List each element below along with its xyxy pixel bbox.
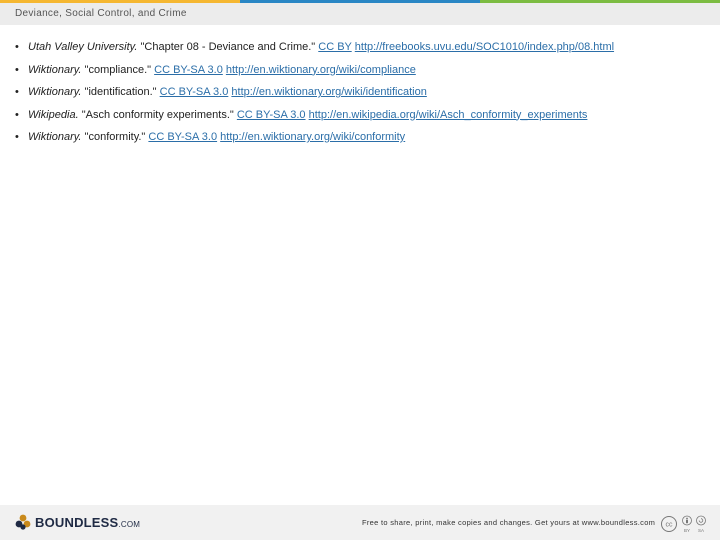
bullet: • <box>15 86 19 98</box>
reference-item: • Wiktionary. "conformity." CC BY-SA 3.0 … <box>15 130 705 153</box>
boundless-logo-suffix: .COM <box>118 519 141 529</box>
reference-source: Wiktionary. <box>28 63 82 76</box>
sa-label: SA <box>698 528 704 533</box>
reference-url-link[interactable]: http://en.wiktionary.org/wiki/identifica… <box>231 86 426 98</box>
footer-tagline: Free to share, print, make copies and ch… <box>362 518 656 527</box>
bullet: • <box>15 131 19 143</box>
cc-icon: cc <box>666 522 674 529</box>
reference-url-link[interactable]: http://en.wiktionary.org/wiki/compliance <box>226 64 416 76</box>
reference-title: "compliance." <box>81 63 155 76</box>
license-link[interactable]: CC BY-SA 3.0 <box>154 64 223 76</box>
reference-url-link[interactable]: http://en.wiktionary.org/wiki/conformity <box>220 131 405 143</box>
cc-by-sa-license-icon[interactable]: cc BY SA <box>660 514 710 534</box>
reference-title: "conformity." <box>81 131 149 143</box>
reference-item: • Wikipedia. "Asch conformity experiments… <box>15 108 705 131</box>
reference-url-link[interactable]: http://en.wikipedia.org/wiki/Asch_confor… <box>309 109 588 121</box>
reference-item: • Utah Valley University. "Chapter 08 - D… <box>15 40 705 63</box>
bullet: • <box>15 41 19 53</box>
reference-url-link[interactable]: http://freebooks.uvu.edu/SOC1010/index.p… <box>355 41 614 53</box>
boundless-logo[interactable]: BOUNDLESS.COM <box>14 513 140 531</box>
slide-footer: BOUNDLESS.COM Free to share, print, make… <box>0 505 720 540</box>
reference-item: • Wiktionary. "identification." CC BY-SA … <box>15 85 705 108</box>
boundless-logo-text: BOUNDLESS.COM <box>35 514 141 530</box>
bullet: • <box>15 108 19 121</box>
reference-source: Wiktionary. <box>28 131 82 143</box>
reference-source: Utah Valley University. <box>28 41 138 53</box>
reference-source: Wikipedia. <box>28 108 79 121</box>
boundless-logo-icon <box>15 514 31 530</box>
reference-title: "identification." <box>81 86 160 98</box>
reference-source: Wiktionary. <box>28 86 82 98</box>
by-label: BY <box>684 528 690 533</box>
license-link[interactable]: CC BY-SA 3.0 <box>148 131 217 143</box>
license-link[interactable]: CC BY-SA 3.0 <box>160 86 229 98</box>
bullet: • <box>15 63 19 76</box>
reference-title: "Chapter 08 - Deviance and Crime." <box>137 41 319 53</box>
license-link[interactable]: CC BY-SA 3.0 <box>237 109 306 121</box>
slide-header: Deviance, Social Control, and Crime <box>0 3 720 25</box>
reference-title: "Asch conformity experiments." <box>78 108 237 121</box>
license-link[interactable]: CC BY <box>318 41 351 53</box>
reference-list: • Utah Valley University. "Chapter 08 - D… <box>15 40 705 153</box>
reference-item: • Wiktionary. "compliance." CC BY-SA 3.0 … <box>15 63 705 86</box>
header-title: Deviance, Social Control, and Crime <box>15 8 187 19</box>
